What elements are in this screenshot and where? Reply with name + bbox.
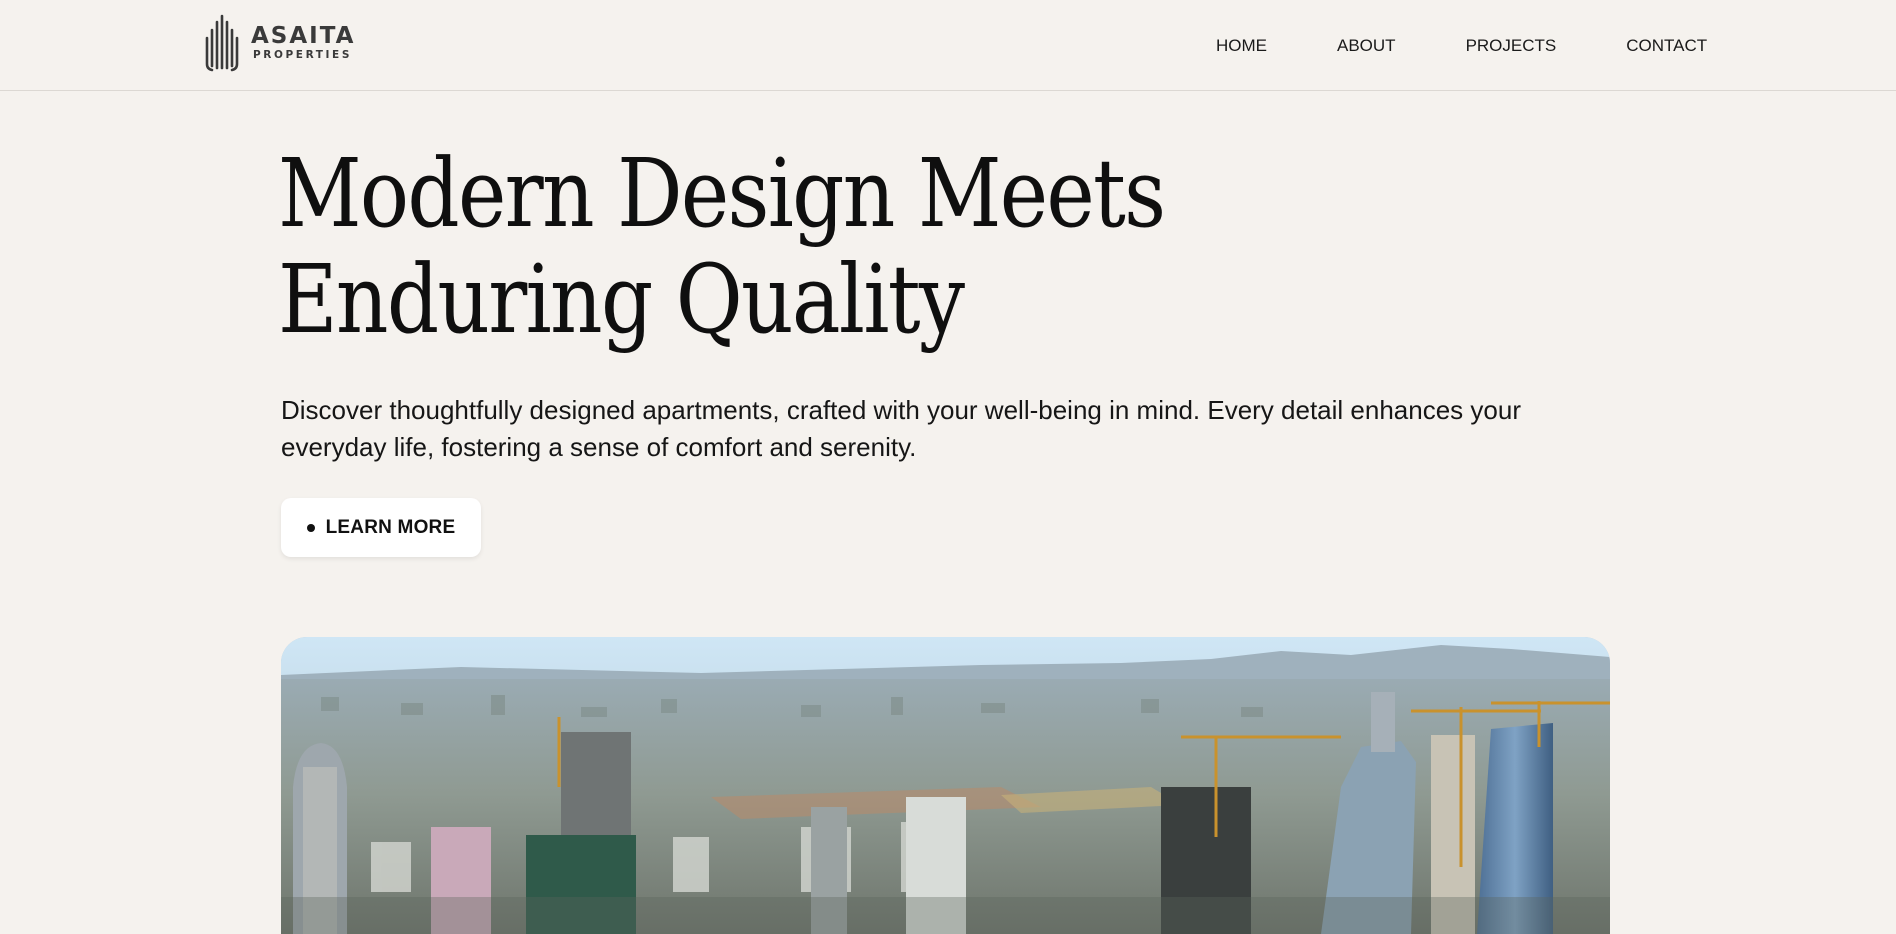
brand-subtitle: PROPERTIES [253, 49, 352, 61]
learn-more-button[interactable]: LEARN MORE [281, 498, 481, 557]
main-nav: HOME ABOUT PROJECTS CONTACT [1216, 35, 1707, 57]
building-bars-logo-icon [205, 14, 239, 72]
nav-projects-link[interactable]: PROJECTS [1466, 35, 1557, 57]
nav-contact-link[interactable]: CONTACT [1626, 35, 1707, 57]
hero-city-image [281, 637, 1610, 934]
hero-title: Modern Design Meets Enduring Quality [278, 139, 1166, 355]
brand-logo[interactable]: ASAITA PROPERTIES [199, 14, 355, 72]
brand-wordmark: ASAITA PROPERTIES [251, 24, 355, 62]
hero-description: Discover thoughtfully designed apartment… [281, 395, 1521, 462]
nav-home-link[interactable]: HOME [1216, 35, 1267, 57]
site-header: ASAITA PROPERTIES HOME ABOUT PROJECTS CO… [0, 0, 1896, 91]
bullet-dot-icon [306, 523, 315, 532]
aerial-city-skyline-photo [281, 637, 1610, 934]
brand-name: ASAITA [251, 23, 356, 49]
learn-more-label: LEARN MORE [325, 516, 456, 538]
nav-about-link[interactable]: ABOUT [1337, 35, 1396, 57]
